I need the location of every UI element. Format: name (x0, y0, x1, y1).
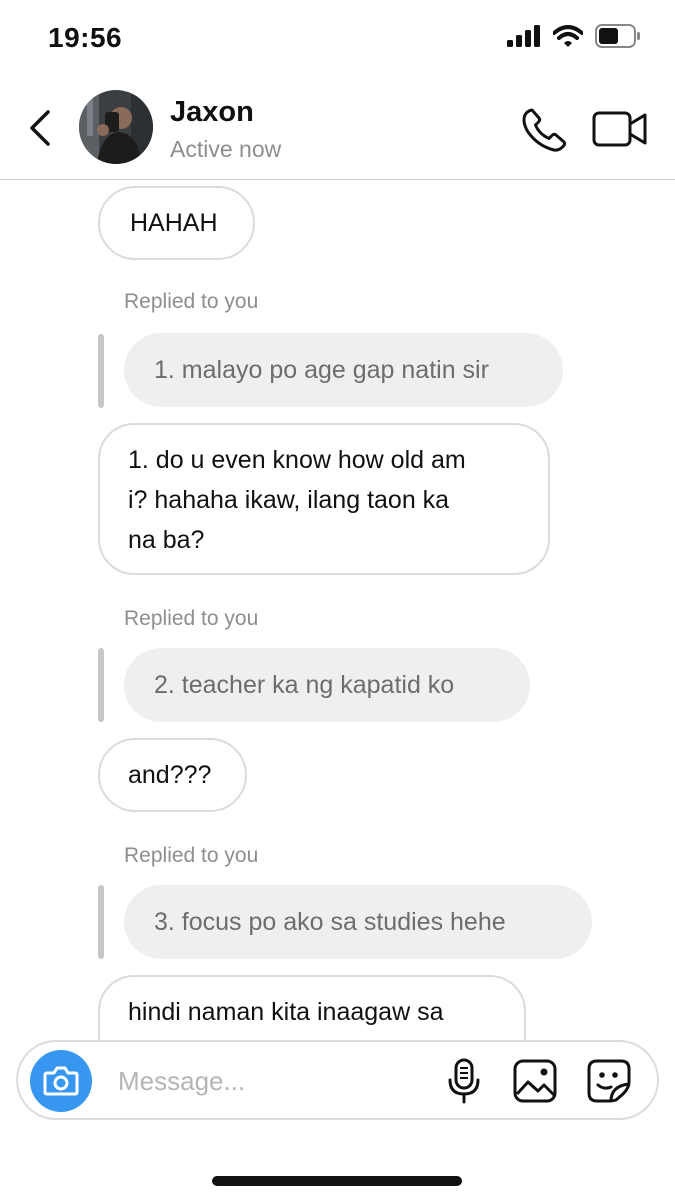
reply-bar (98, 648, 104, 722)
message-composer (16, 1040, 659, 1120)
message-bubble[interactable]: hindi naman kita inaagaw sa (98, 975, 526, 1040)
voice-message-button[interactable] (446, 1058, 482, 1104)
battery-icon (595, 24, 640, 48)
message-input[interactable] (116, 1056, 420, 1106)
camera-button[interactable] (30, 1050, 92, 1112)
contact-name[interactable]: Jaxon (170, 96, 254, 129)
chat-header: Jaxon Active now (0, 78, 675, 180)
message-bubble[interactable]: HAHAH (98, 186, 255, 260)
back-icon (30, 110, 50, 146)
avatar-image (79, 90, 153, 164)
message-text-line: i? hahaha ikaw, ilang taon ka (128, 486, 450, 514)
message-bubble[interactable]: and??? (98, 738, 247, 812)
message-text-line: 1. do u even know how old am (128, 446, 466, 474)
microphone-icon (448, 1058, 480, 1104)
message-text: and??? (128, 761, 212, 789)
avatar[interactable] (79, 90, 153, 164)
status-bar: 19:56 (0, 0, 675, 78)
video-call-button[interactable] (592, 108, 648, 150)
home-indicator[interactable] (212, 1176, 462, 1186)
gallery-icon (513, 1059, 557, 1103)
message-text-line: na ba? (128, 526, 205, 554)
reply-label: Replied to you (124, 844, 259, 867)
back-button[interactable] (22, 106, 58, 150)
video-icon (592, 111, 647, 147)
message-bubble[interactable]: 1. do u even know how old am i? hahaha i… (98, 423, 550, 575)
sticker-icon (587, 1059, 631, 1103)
quoted-message[interactable]: 2. teacher ka ng kapatid ko (124, 648, 530, 722)
sticker-button[interactable] (586, 1058, 632, 1104)
contact-status: Active now (170, 136, 282, 162)
reply-bar (98, 334, 104, 408)
message-text: HAHAH (130, 209, 218, 237)
quoted-message[interactable]: 1. malayo po age gap natin sir (124, 333, 563, 407)
camera-icon (43, 1066, 79, 1096)
reply-label: Replied to you (124, 290, 259, 313)
wifi-icon (553, 25, 583, 47)
status-time: 19:56 (48, 22, 123, 53)
reply-label: Replied to you (124, 607, 259, 630)
reply-bar (98, 885, 104, 959)
phone-icon (522, 108, 567, 152)
message-text: hindi naman kita inaagaw sa (128, 998, 444, 1026)
audio-call-button[interactable] (520, 106, 568, 154)
gallery-button[interactable] (512, 1058, 558, 1104)
message-list[interactable]: HAHAH Replied to you 1. malayo po age ga… (0, 180, 675, 1040)
quoted-message[interactable]: 3. focus po ako sa studies hehe (124, 885, 592, 959)
signal-icon (507, 25, 540, 47)
status-icons (507, 24, 641, 48)
